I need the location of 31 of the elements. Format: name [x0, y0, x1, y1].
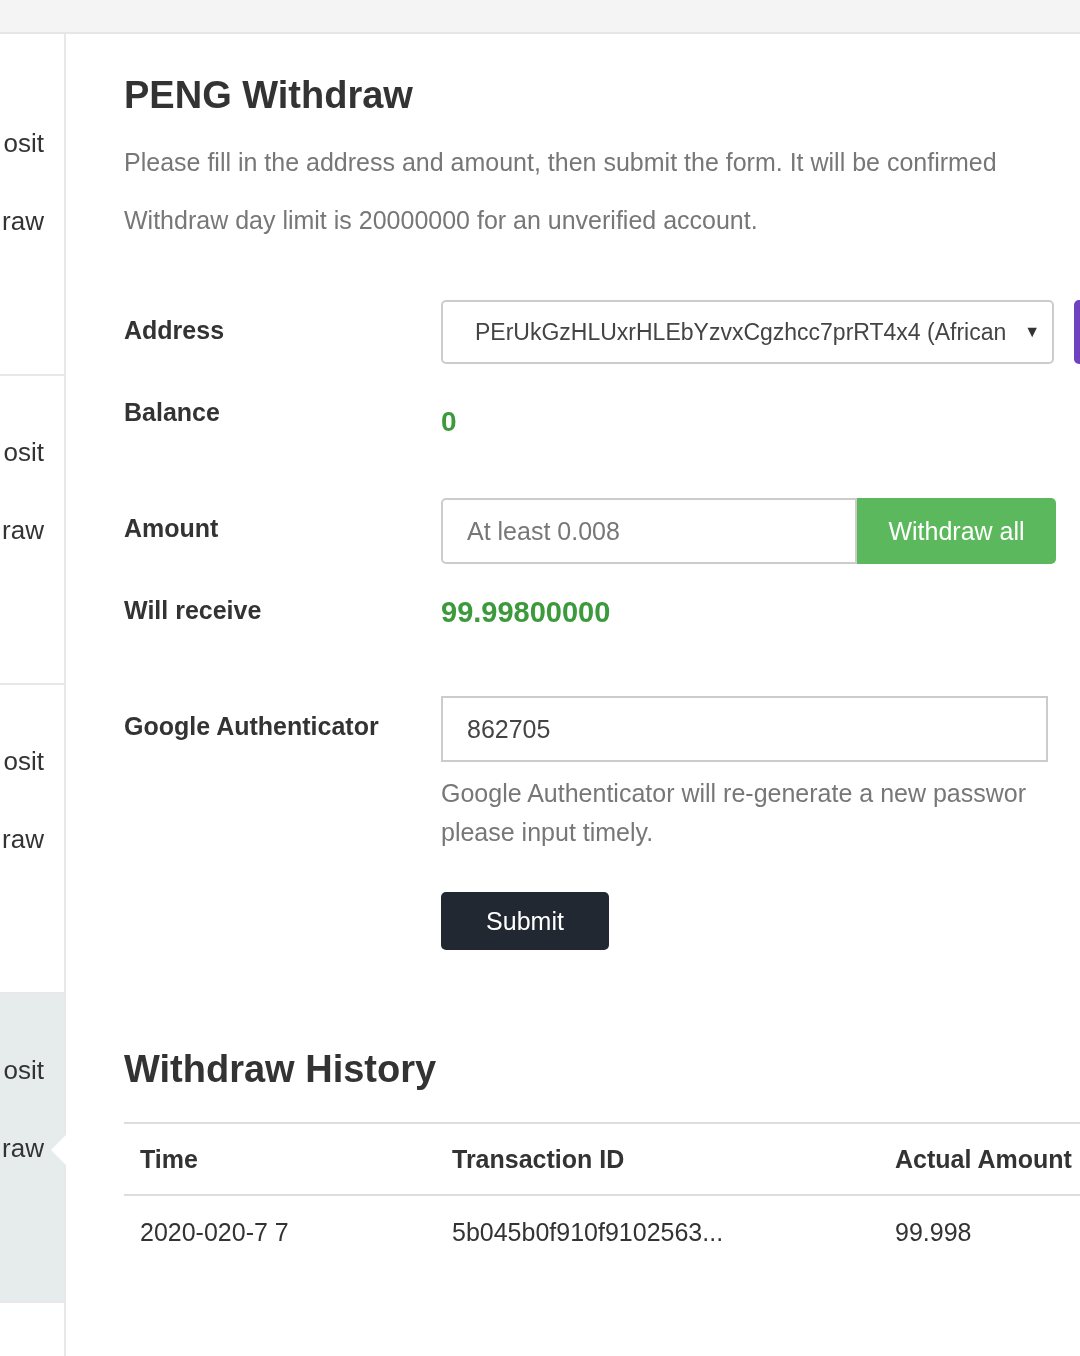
column-header: Transaction ID — [451, 1144, 626, 1174]
receive-amount: 99.99800000 — [441, 596, 611, 629]
balance-value: 0 — [441, 405, 457, 438]
field-label: Address — [124, 315, 226, 345]
info-text: Please fill in the address and amount, then submit the form. It will be confirmed — [124, 147, 998, 178]
sidebar-item[interactable]: osit — [0, 743, 64, 779]
table-cell-text: 2020-020-7 7 — [139, 1217, 290, 1247]
sidebar-item[interactable]: raw — [0, 512, 64, 548]
field-label: Amount — [124, 513, 220, 543]
selection-pointer-icon — [51, 1134, 67, 1166]
authenticator-field[interactable]: 862705 — [441, 696, 1048, 762]
submit-button[interactable]: Submit — [441, 892, 609, 950]
section-title: Withdraw History — [124, 1047, 438, 1092]
field-label: Will receive — [124, 596, 263, 625]
table-cell-text: 5b045b0f910f9102563... — [451, 1217, 725, 1247]
info-text: Withdraw day limit is 20000000 for an unverified account. — [124, 205, 759, 236]
address-select[interactable]: PErUkGzHLUxrHLEbYzvxCgzhcc7prRT4x4 (African ▼ — [441, 300, 1054, 364]
table-cell-text: 99.998 — [894, 1217, 973, 1247]
sidebar-item[interactable]: raw — [0, 1130, 64, 1166]
sidebar-item[interactable]: raw — [0, 203, 64, 239]
page-title: PENG Withdraw — [124, 73, 414, 118]
sidebar-item[interactable]: osit — [0, 125, 64, 161]
help-text: Google Authenticator will re-generate a new passwor please input timely. — [441, 778, 1028, 848]
column-header: Actual Amount — [894, 1144, 1073, 1174]
sidebar-item[interactable]: osit — [0, 1052, 64, 1088]
field-label: Google Authenticator — [124, 711, 380, 741]
sidebar-item[interactable]: osit — [0, 434, 64, 470]
amount-field[interactable]: At least 0.008 — [441, 498, 857, 564]
sidebar-item[interactable]: raw — [0, 821, 64, 857]
column-header: Time — [139, 1144, 199, 1174]
field-label: Balance — [124, 398, 221, 427]
